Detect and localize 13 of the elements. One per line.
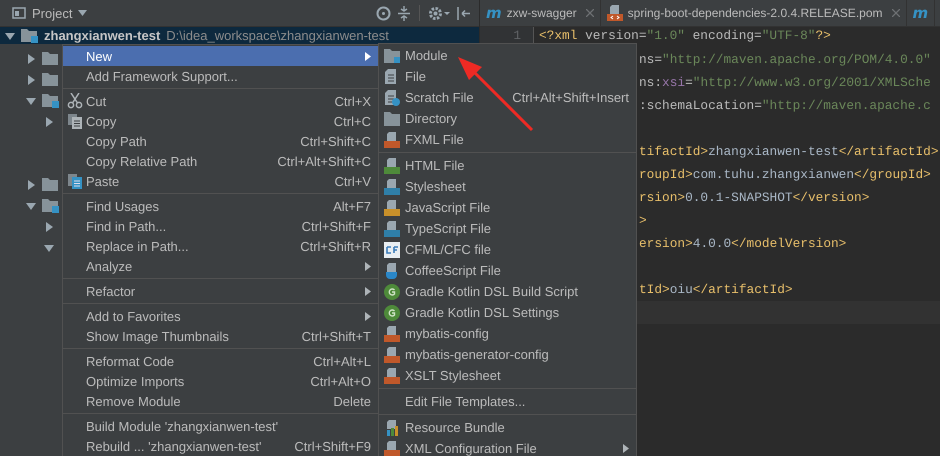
- code-line: <?xml version="1.0" encoding="UTF-8"?>: [539, 27, 831, 44]
- code-line: tId>oiu</artifactId>: [639, 281, 793, 299]
- maven-icon: m: [486, 4, 502, 22]
- code-line: tifactId>zhangxianwen-test</artifactId>: [639, 143, 939, 161]
- code-line: rsion>0.0.1-SNAPSHOT</version>: [639, 189, 870, 207]
- project-path: D:\idea_workspace\zhangxianwen-test: [166, 28, 389, 43]
- code-line: ns:xsi="http://www.w3.org/2001/XMLSche: [639, 74, 931, 92]
- code-line: ersion>4.0.0</modelVersion>: [639, 235, 846, 253]
- code-line: roupId>com.tuhu.zhangxianwen</groupId>: [639, 166, 931, 184]
- maven-icon: m: [912, 4, 928, 22]
- code-line: >: [639, 212, 647, 230]
- code-line: :schemaLocation="http://maven.apache.c: [639, 97, 931, 115]
- code-line: ns="http://maven.apache.org/POM/4.0.0": [639, 51, 931, 69]
